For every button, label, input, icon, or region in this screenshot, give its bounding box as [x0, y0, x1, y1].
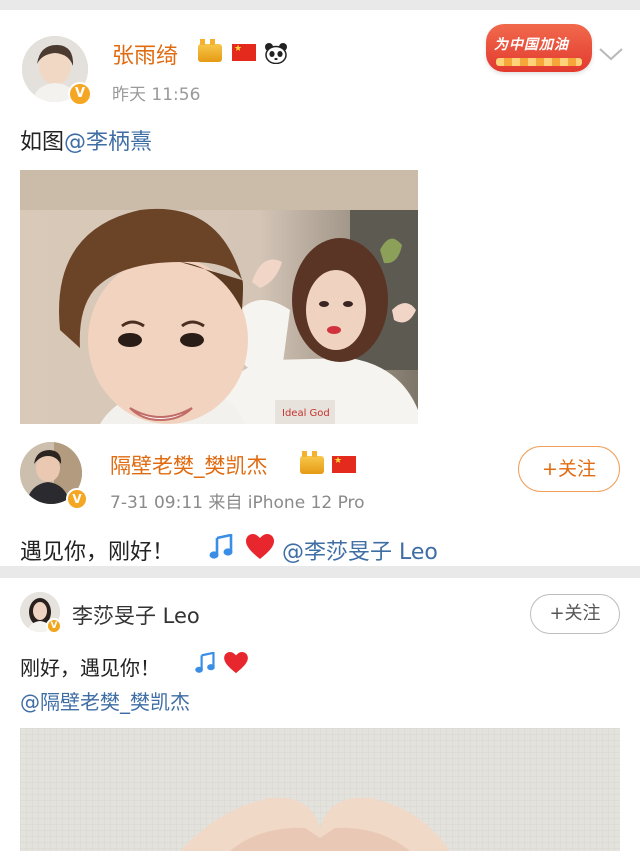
promo-badge[interactable]: 为中国加油 [486, 24, 592, 72]
username[interactable]: 张雨绮 [112, 38, 178, 70]
verified-badge-icon: V [46, 618, 62, 634]
follow-button[interactable]: +关注 [530, 594, 620, 634]
music-note-icon [209, 534, 233, 559]
verified-badge-icon: V [66, 488, 88, 510]
post-text: 如图@李柄熹 [20, 130, 153, 155]
post-image[interactable] [20, 728, 620, 851]
svg-text:Ideal God: Ideal God [282, 408, 330, 419]
post-card-lishaminzi: V 李莎旻子 Leo +关注 刚好，遇见你！ @隔壁老樊_樊凯杰 [0, 578, 640, 851]
username[interactable]: 隔壁老樊_樊凯杰 [110, 450, 268, 480]
follow-button[interactable]: +关注 [518, 446, 620, 492]
post-text: 刚好，遇见你！ [20, 656, 160, 680]
heart-icon [246, 534, 274, 559]
mention-link[interactable]: @隔壁老樊_樊凯杰 [20, 686, 190, 715]
post-card-zhangyuqi: V 张雨绮 ★ 昨天 11:56 为中国加油 如图@李柄熹 Ideal God … [0, 10, 640, 566]
post-time: 昨天 11:56 [112, 85, 201, 105]
verified-badge-icon: V [68, 82, 92, 106]
crown-icon [198, 39, 222, 62]
username[interactable]: 李莎旻子 Leo [72, 600, 200, 630]
mention-link[interactable]: @李莎旻子 Leo [282, 534, 438, 566]
china-flag-icon: ★ [232, 44, 256, 61]
mention-link[interactable]: @李柄熹 [64, 130, 152, 155]
post-meta: 7-31 09:11 来自 iPhone 12 Pro [110, 493, 365, 513]
music-note-icon [195, 652, 215, 673]
crown-icon [300, 451, 324, 474]
post-text: 遇见你，刚好！ [20, 540, 175, 565]
china-flag-icon: ★ [332, 456, 356, 473]
panda-icon [265, 43, 287, 64]
chevron-down-icon[interactable] [598, 46, 624, 62]
heart-icon [224, 652, 248, 674]
post-image[interactable]: Ideal God [20, 170, 418, 424]
